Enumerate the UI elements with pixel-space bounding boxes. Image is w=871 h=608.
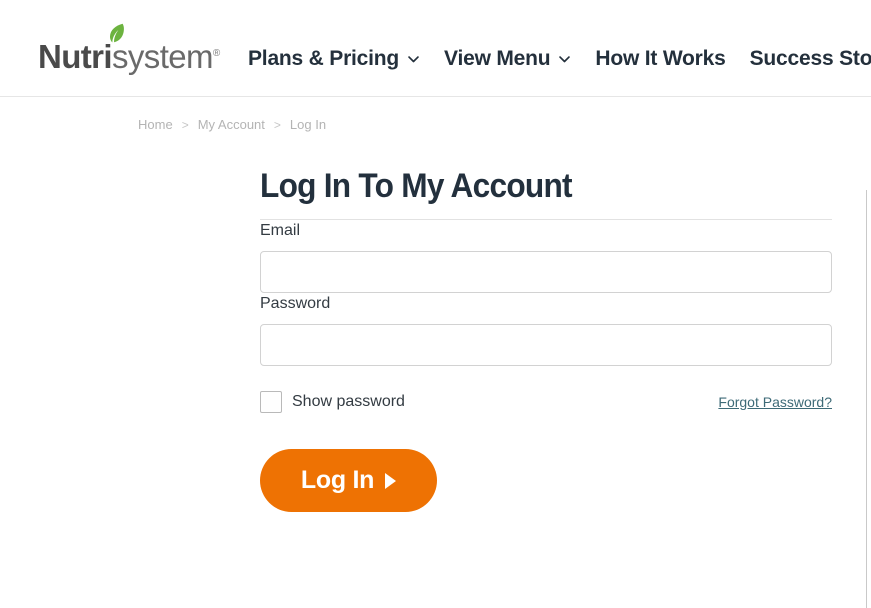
show-password-checkbox[interactable] xyxy=(260,391,282,413)
nav-item-success-stories[interactable]: Success Stories xyxy=(750,44,871,74)
nav-item-label: Success Stories xyxy=(749,47,871,70)
page-right-edge-rule xyxy=(866,190,867,608)
login-page: Nutrisystem® Plans & Pricing View Menu H… xyxy=(0,0,871,608)
brand-name-secondary: system xyxy=(112,38,214,75)
login-submit-label: Log In xyxy=(300,466,375,494)
arrow-right-icon xyxy=(385,472,397,489)
brand-logo[interactable]: Nutrisystem® xyxy=(38,23,221,77)
nav-item-label: Plans & Pricing xyxy=(248,47,400,70)
chevron-down-icon xyxy=(408,55,419,62)
breadcrumb-separator: > xyxy=(273,118,281,132)
breadcrumb-separator: > xyxy=(181,118,189,132)
email-label: Email xyxy=(260,222,301,239)
show-password-label: Show password xyxy=(292,393,405,410)
email-input[interactable] xyxy=(260,251,832,293)
password-input[interactable] xyxy=(260,324,832,366)
chevron-down-icon xyxy=(559,55,571,62)
main-navigation: Plans & Pricing View Menu How It Works S… xyxy=(248,44,871,74)
form-options-row: Show password Forgot Password? xyxy=(260,390,832,414)
nav-item-label: How It Works xyxy=(595,47,726,70)
title-divider xyxy=(260,219,832,220)
forgot-password-link[interactable]: Forgot Password? xyxy=(718,392,832,412)
breadcrumb-item-my-account[interactable]: My Account xyxy=(198,116,265,134)
brand-wordmark: Nutrisystem® xyxy=(38,23,221,77)
nav-item-plans-and-pricing[interactable]: Plans & Pricing xyxy=(248,44,444,74)
breadcrumb-item-log-in: Log In xyxy=(289,117,327,132)
page-title: Log In To My Account xyxy=(260,167,573,205)
show-password-toggle[interactable]: Show password xyxy=(260,391,405,413)
registered-mark-icon: ® xyxy=(212,48,221,59)
brand-name-primary: Nutri xyxy=(38,38,113,75)
nav-item-view-menu[interactable]: View Menu xyxy=(444,44,595,74)
login-form: Log In To My Account Email Password Show… xyxy=(260,165,832,512)
breadcrumb-item-home[interactable]: Home xyxy=(138,116,173,134)
site-header: Nutrisystem® Plans & Pricing View Menu H… xyxy=(0,0,871,97)
password-label: Password xyxy=(260,295,331,312)
breadcrumb: Home > My Account > Log In xyxy=(138,116,326,134)
nav-item-label: View Menu xyxy=(444,47,551,70)
login-submit-button[interactable]: Log In xyxy=(260,449,437,512)
nav-item-how-it-works[interactable]: How It Works xyxy=(595,44,749,74)
